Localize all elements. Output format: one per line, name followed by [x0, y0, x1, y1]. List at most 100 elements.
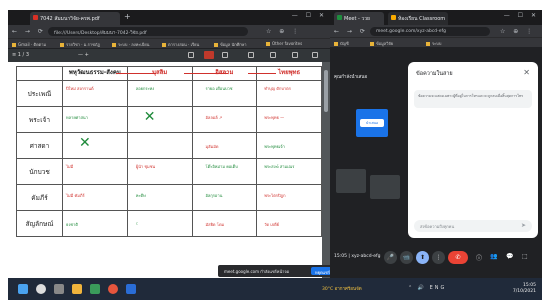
system-tray[interactable]: ⌃ 🔊 ENG [408, 285, 446, 291]
extensions-icons[interactable]: ☆ ⊕ ⋮ [500, 28, 535, 35]
handwritten-note: ☾ [135, 221, 140, 226]
zoom-controls[interactable]: — + [78, 52, 89, 58]
meet-app-icon[interactable] [90, 284, 100, 294]
row-label: คัมภีร์ [16, 184, 63, 211]
table-cell: หลายศาสนา [62, 106, 128, 133]
present-button[interactable]: ⬆ [416, 251, 429, 264]
row-label: ศาสดา [16, 132, 63, 159]
chrome-icon[interactable] [108, 284, 118, 294]
presentation-tile[interactable]: นำเสนอ [356, 109, 388, 137]
sharing-notice-bar: meet.google.com กำลังแชร์หน้าจอ หยุดแชร์ [218, 265, 338, 277]
send-icon[interactable]: ➤ [521, 222, 526, 229]
back-forward-reload-icons[interactable]: ← → ⟳ [334, 28, 368, 35]
annotation-arrow [116, 73, 156, 74]
activities-icon[interactable]: ⬚ [522, 253, 528, 260]
chat-message-input[interactable]: ส่งข้อความถึงทุกคน ➤ [414, 220, 532, 232]
bookmark-item[interactable]: ข้อมูล นักศึกษา [214, 41, 247, 48]
handwritten-note: ไม่มี คัมภีร์ [66, 193, 85, 198]
tab-strip: Meet - ววย ห้องเรียน Classroom — ☐ ✕ [330, 10, 542, 25]
more-options-button[interactable]: ⋮ [432, 251, 445, 264]
row-label: พระเจ้า [16, 106, 63, 133]
clock[interactable]: 15:05 7/10/2021 [513, 283, 536, 295]
table-row: ประเพณี ปีใหม่ สงกรานต์ ลอยกระทง รายอ เดือน… [16, 80, 322, 107]
handwritten-note: ลอยกระทง [135, 86, 155, 91]
table-cell: ผู้นำ ชุมชน [126, 158, 193, 185]
edge-icon[interactable] [126, 284, 136, 294]
back-forward-reload-icons[interactable]: ← → ⟳ [12, 28, 46, 35]
more-icon[interactable] [312, 52, 318, 58]
address-bar-row: ← → ⟳ file:///Users/Desktop/สัมมนา-7042-… [8, 25, 330, 38]
rotate-icon[interactable] [248, 52, 254, 58]
download-icon[interactable] [270, 52, 276, 58]
pdf-toolbar: ≡ 1 / 3 — + [8, 49, 330, 62]
bookmark-item[interactable]: บัญชี [334, 40, 349, 47]
file-explorer-icon[interactable] [72, 284, 82, 294]
tab-pdf[interactable]: 7042 สัมมนาวิจัย-ครพ.pdf [30, 12, 120, 25]
handwritten-note: พระไตรปิฎก [264, 193, 286, 198]
bookmark-item[interactable]: ระบบ [426, 40, 441, 47]
table-cell [126, 132, 193, 159]
extensions-icons[interactable]: ☆ ⊕ ⋮ [266, 28, 301, 35]
table-cell: ✕ [126, 106, 193, 133]
weather-news[interactable]: 30°C อากาศร้อนจัด [322, 285, 362, 292]
handwritten-note: ไม่มี [66, 164, 74, 169]
chat-panel: ข้อความในสาย ✕ ข้อความจะแสดงเฉพาะผู้ที่อ… [408, 62, 538, 238]
print-icon[interactable] [292, 52, 298, 58]
table-cell: ปีใหม่ สงกรานต์ [62, 80, 128, 107]
page-indicator[interactable]: ≡ 1 / 3 [12, 52, 29, 58]
meet-control-bar: 15:05 | xyz-abcd-efg 🎤 📹 ⬆ ⋮ ✆ ⓘ 👥 💬 ⬚ [330, 238, 542, 278]
table-cell: ไม่มี [62, 158, 128, 185]
url-field[interactable]: meet.google.com/xyz-abcd-efg [370, 27, 490, 36]
handwritten-note: พระพุทธเจ้า [264, 144, 285, 149]
erase-tool-icon[interactable] [222, 52, 228, 58]
handwritten-note: หลายศาสนา [66, 115, 88, 120]
window-controls[interactable]: — ☐ ✕ [504, 12, 539, 19]
tab-classroom[interactable]: ห้องเรียน Classroom [388, 12, 448, 25]
bookmark-item[interactable]: ข้อมูลวิจัย [370, 40, 393, 47]
scrollbar-thumb[interactable] [324, 70, 328, 112]
handwritten-note: มัสยิด โดม [205, 222, 225, 227]
end-call-button[interactable]: ✆ [448, 251, 468, 264]
chat-info-notice: ข้อความจะแสดงเฉพาะผู้ที่อยู่ในการโทรและจ… [414, 90, 532, 108]
bookmark-item[interactable]: Gmail · ติดตาม [12, 41, 46, 48]
participant-tile[interactable] [370, 175, 400, 199]
draw-tool-icon[interactable] [188, 52, 194, 58]
chat-title: ข้อความในสาย [416, 71, 453, 77]
url-field[interactable]: file:///Users/Desktop/สัมมนา-7042-วิจัย.… [48, 27, 248, 36]
handwritten-note: ธงชาติ [66, 222, 78, 227]
window-controls[interactable]: — ☐ ✕ [292, 12, 327, 19]
new-tab-button[interactable]: + [124, 12, 131, 22]
handwritten-note: โต๊ะอิหม่าม คอเต็บ [205, 164, 238, 169]
bookmark-item[interactable]: Other favorites [266, 41, 302, 46]
meet-stage: คุณกำลังนำเสนอ นำเสนอ [330, 47, 406, 274]
tab-meet[interactable]: Meet - ววย [334, 12, 384, 25]
table-cell: ✕ [62, 132, 128, 159]
handwritten-note: อัลกุรอาน [205, 193, 223, 198]
chat-icon[interactable]: 💬 [506, 253, 513, 260]
close-icon[interactable]: ✕ [523, 68, 530, 77]
meet-icon [337, 15, 342, 20]
header-cell [16, 66, 63, 81]
info-icon[interactable]: ⓘ [476, 253, 482, 262]
table-cell: ทำบุญ ตักบาตร [256, 80, 322, 107]
participant-tile[interactable] [336, 169, 366, 193]
table-cell: มัสยิด โดม [191, 210, 258, 237]
bookmark-item[interactable]: รายวิชา · ม.ราชภัฏ [60, 41, 100, 48]
highlight-tool-icon[interactable] [204, 51, 214, 59]
row-label: ประเพณี [16, 80, 63, 107]
mic-button[interactable]: 🎤 [384, 251, 397, 264]
handwritten-note: พระสงฆ์ สามเณร [264, 164, 295, 169]
row-label: สัญลักษณ์ [16, 210, 63, 237]
pdf-page[interactable]: พหุวัฒนธรรม-สังคม มุสลิม อิสลาม ไทยพุทธ … [8, 62, 322, 278]
table-row: นักบวช ไม่มี ผู้นำ ชุมชน โต๊ะอิหม่าม คอเต็บ… [16, 158, 322, 185]
screenshot-frame: 7042 สัมมนาวิจัย-ครพ.pdf + — ☐ ✕ ← → ⟳ f… [0, 0, 550, 304]
camera-button[interactable]: 📹 [400, 251, 413, 264]
search-icon[interactable] [36, 284, 46, 294]
task-view-icon[interactable] [54, 284, 64, 294]
start-icon[interactable] [18, 284, 28, 294]
clock-date: 7/10/2021 [512, 289, 536, 294]
bookmark-item[interactable]: ระบบ · ลงทะเบียน [112, 41, 149, 48]
people-icon[interactable]: 👥 [490, 253, 497, 260]
pdf-browser-window: 7042 สัมมนาวิจัย-ครพ.pdf + — ☐ ✕ ← → ⟳ f… [8, 10, 338, 278]
bookmark-item[interactable]: ตารางสอน · เรียน [162, 41, 199, 48]
